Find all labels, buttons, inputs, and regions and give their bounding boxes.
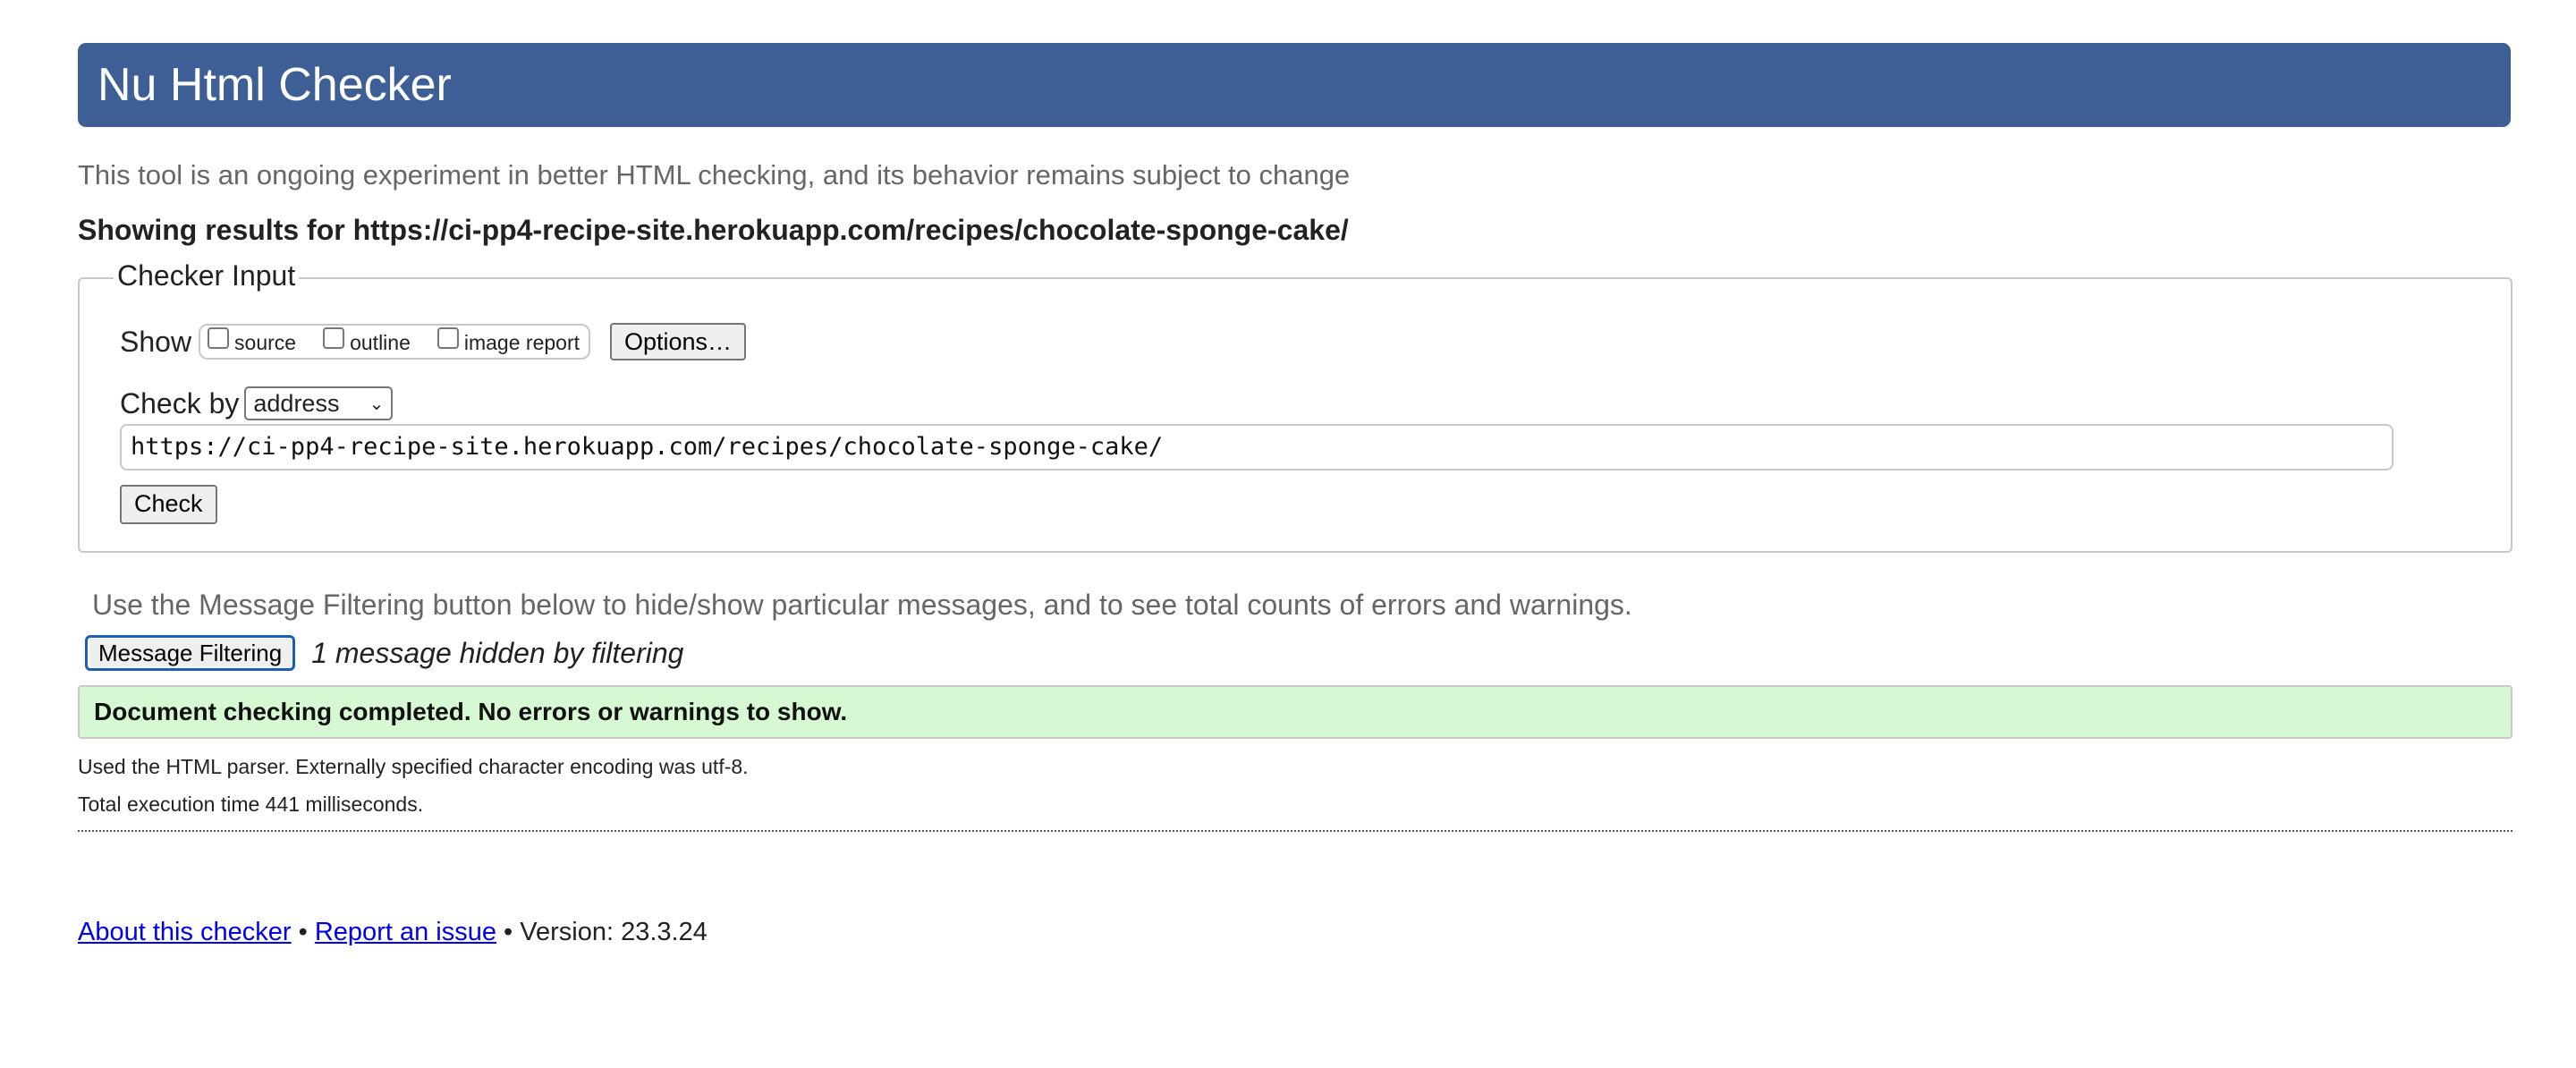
show-source-option[interactable]: source <box>208 326 296 358</box>
showing-results-heading: Showing results for https://ci-pp4-recip… <box>78 214 1349 246</box>
source-checkbox-label: source <box>234 331 297 354</box>
show-image-report-option[interactable]: image report <box>436 326 580 358</box>
message-filtering-button[interactable]: Message Filtering <box>85 635 296 671</box>
check-by-select[interactable]: address ⌄ <box>244 386 394 420</box>
show-label: Show <box>120 325 192 358</box>
show-options-group: source outline image report <box>199 324 590 360</box>
image-report-checkbox[interactable] <box>436 327 459 349</box>
version-text: Version: 23.3.24 <box>520 918 708 946</box>
about-checker-link[interactable]: About this checker <box>78 918 292 946</box>
hidden-messages-count: 1 message hidden by filtering <box>311 636 684 669</box>
outline-checkbox-label: outline <box>350 331 411 354</box>
check-button[interactable]: Check <box>120 485 217 524</box>
footer: About this checker • Report an issue • V… <box>78 918 708 947</box>
check-by-label: Check by <box>120 386 240 420</box>
image-report-checkbox-label: image report <box>463 331 580 354</box>
checker-input-fieldset: Checker Input Show source outline image … <box>78 259 2512 553</box>
footer-separator: • <box>504 918 513 946</box>
source-checkbox[interactable] <box>208 327 230 349</box>
url-input[interactable]: https://ci-pp4-recipe-site.herokuapp.com… <box>120 424 2394 470</box>
page: Nu Html Checker This tool is an ongoing … <box>78 43 2512 946</box>
execution-time: Total execution time 441 milliseconds. <box>78 793 424 816</box>
show-outline-option[interactable]: outline <box>323 326 411 358</box>
report-issue-link[interactable]: Report an issue <box>315 918 496 946</box>
message-filtering-hint: Use the Message Filtering button below t… <box>92 589 1632 621</box>
page-title-bar: Nu Html Checker <box>78 43 2511 127</box>
parser-info: Used the HTML parser. Externally specifi… <box>78 755 749 778</box>
show-options-row: Show source outline image report Options… <box>120 322 747 361</box>
tool-disclaimer: This tool is an ongoing experiment in be… <box>78 159 1351 191</box>
checker-input-legend: Checker Input <box>114 259 300 292</box>
page-title: Nu Html Checker <box>97 59 452 111</box>
chevron-down-icon: ⌄ <box>369 394 385 414</box>
outline-checkbox[interactable] <box>323 327 345 349</box>
check-by-row: Check by address ⌄ <box>120 385 394 422</box>
options-button[interactable]: Options… <box>610 323 747 360</box>
message-filtering-row: Message Filtering 1 message hidden by fi… <box>85 633 683 673</box>
results-divider <box>78 830 2512 832</box>
success-message: Document checking completed. No errors o… <box>78 685 2512 739</box>
footer-separator: • <box>298 918 308 946</box>
check-by-selected-value: address <box>253 389 340 417</box>
